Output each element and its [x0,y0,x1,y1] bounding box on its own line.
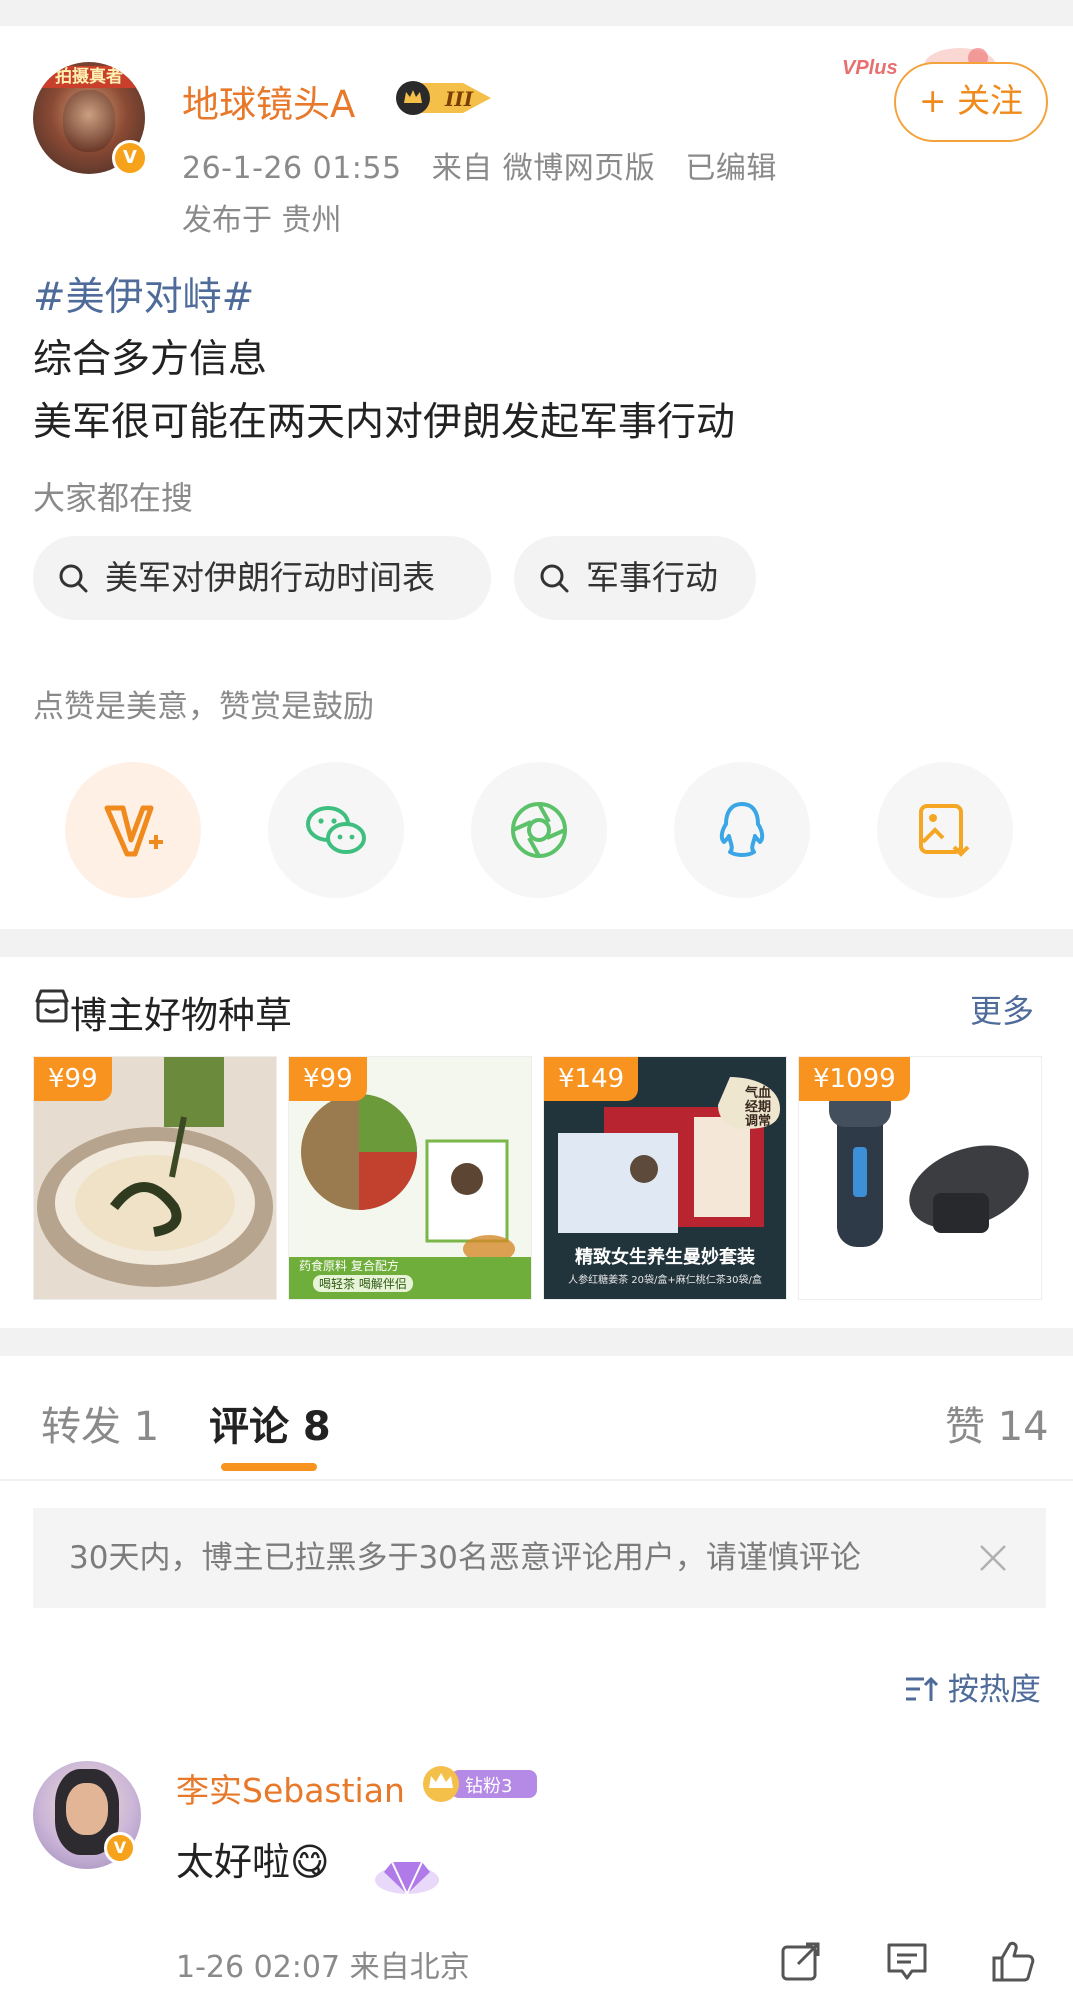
active-tab-indicator [221,1463,317,1471]
search-chip-label: 军事行动 [586,558,718,597]
avatar-banner: 拍摄真者 [33,66,145,88]
comment-time: 1-26 02:07 来自北京 [176,1950,470,1985]
avatar-face [63,90,115,152]
product-price: ¥1099 [799,1057,910,1101]
reward-button[interactable] [65,762,201,898]
notice-text: 30天内，博主已拉黑多于30名恶意评论用户，请谨慎评论 [69,1540,861,1576]
tab-comment[interactable]: 评论 8 [209,1394,331,1452]
section-separator [0,929,1073,957]
search-hint: 大家都在搜 [33,479,194,517]
post-line-2: 美军很可能在两天内对伊朗发起军事行动 [33,400,736,445]
sort-by-hot-button[interactable]: 按热度 [904,1664,1041,1709]
tab-divider [0,1479,1073,1481]
save-image-icon [919,804,970,857]
qq-icon [719,802,765,857]
product-price: ¥149 [544,1057,639,1101]
search-icon [59,564,88,593]
product-price: ¥99 [289,1057,367,1101]
search-icon [540,564,569,593]
post-time: 26-1-26 01:55 [182,151,402,186]
comment-text: 太好啦😋 [176,1840,330,1884]
follow-button[interactable]: + 关注 [894,62,1048,142]
verified-badge-icon: V [112,140,148,176]
product-card-3[interactable]: 气血 经期 调常 精致女生养生曼妙套装 人参红糖姜茶 20袋/盒+麻仁桃仁茶30… [543,1056,787,1300]
diamond-sticker-icon [375,1861,439,1897]
goods-section-title: 博主好物种草 [70,994,292,1037]
avatar-face [66,1783,108,1835]
product-card-1[interactable]: ¥99 [33,1056,277,1300]
reward-tip: 点赞是美意，赞赏是鼓励 [33,689,374,725]
level-crown-icon: III [396,81,491,115]
top-separator [0,0,1073,26]
forward-icon[interactable] [778,1938,824,1984]
tab-like[interactable]: 赞 14 [945,1394,1049,1452]
post-hashtag[interactable]: #美伊对峙# [33,266,254,322]
share-qq-button[interactable] [674,762,810,898]
level-badge-text: III [444,87,474,111]
search-chip-2[interactable]: 军事行动 [514,536,756,620]
shop-icon [35,989,69,1023]
share-moments-button[interactable] [471,762,607,898]
moments-icon [511,802,567,858]
vplus-reward-icon [104,805,163,857]
product-card-2[interactable]: 药食原料 复合配方 喝轻茶 喝解伴侣 ¥99 [288,1056,532,1300]
product-caption-1: 精致女生养生曼妙套装 [575,1247,755,1268]
product-price: ¥99 [34,1057,112,1101]
like-icon[interactable] [990,1938,1036,1984]
share-wechat-button[interactable] [268,762,404,898]
tab-repost[interactable]: 转发 1 [41,1394,159,1452]
post-line-1: 综合多方信息 [33,337,268,382]
sort-label: 按热度 [947,1672,1041,1708]
author-name[interactable]: 地球镜头A [182,74,355,128]
post-edited[interactable]: 已编辑 [685,151,777,186]
fan-badge-text: 钻粉3 [465,1776,512,1797]
close-icon[interactable] [977,1542,1009,1574]
svg-text:VPlus: VPlus [842,57,898,79]
product-caption-2: 喝轻茶 喝解伴侣 [313,1275,413,1292]
post-location: 发布于 贵州 [182,203,342,238]
section-separator [0,1328,1073,1356]
sort-icon [906,1676,939,1701]
product-side-tag: 气血 经期 调常 [744,1086,771,1129]
search-chip-label: 美军对伊朗行动时间表 [105,558,435,597]
post-meta: 26-1-26 01:55 来自 微博网页版 已编辑 [182,143,777,187]
reply-icon[interactable] [884,1938,930,1984]
product-caption-2: 人参红糖姜茶 20袋/盒+麻仁桃仁茶30袋/盒 [568,1275,762,1286]
search-chip-1[interactable]: 美军对伊朗行动时间表 [33,536,491,620]
product-card-4[interactable]: ¥1099 [798,1056,1042,1300]
diamond-fan-badge-icon: 钻粉3 [423,1766,537,1802]
save-image-button[interactable] [877,762,1013,898]
comment-notice: 30天内，博主已拉黑多于30名恶意评论用户，请谨慎评论 [33,1508,1046,1608]
commenter-name[interactable]: 李实Sebastian [176,1764,405,1812]
wechat-icon [306,806,366,854]
verified-badge-icon: V [104,1832,136,1864]
post-source: 来自 微博网页版 [431,151,656,186]
goods-more-link[interactable]: 更多 [970,986,1034,1032]
product-caption-1: 药食原料 复合配方 [299,1259,399,1273]
